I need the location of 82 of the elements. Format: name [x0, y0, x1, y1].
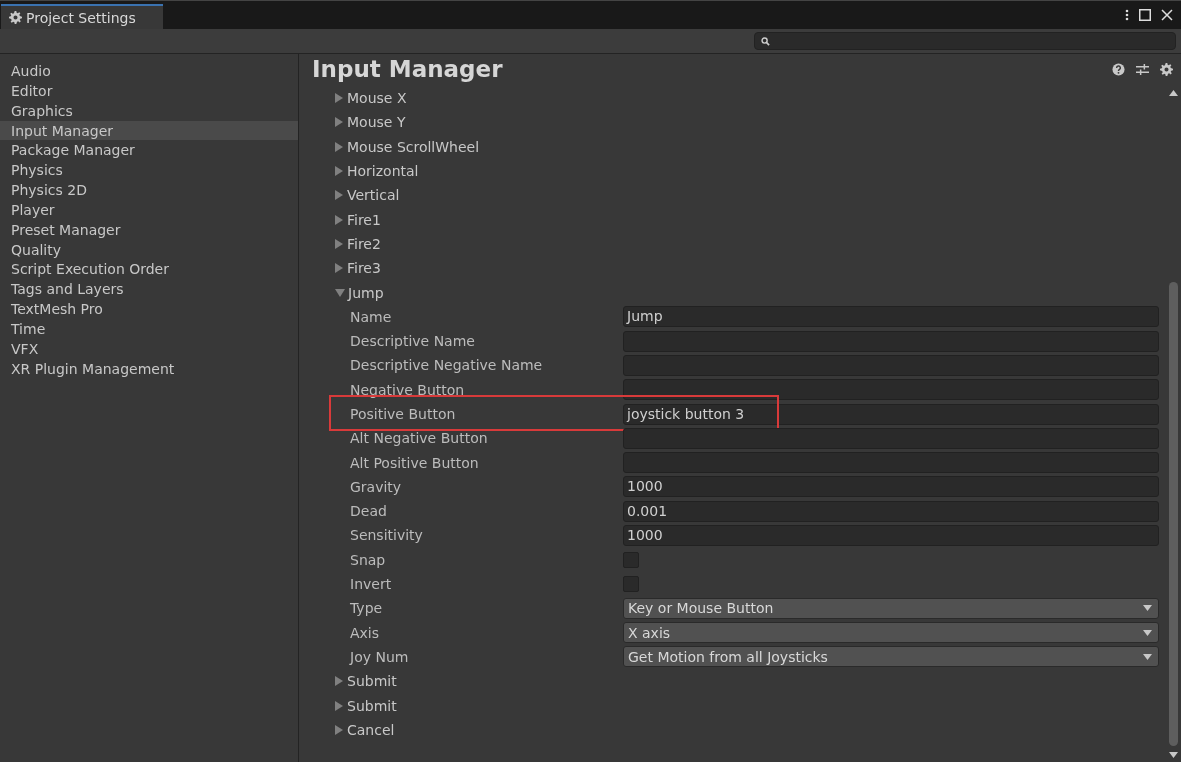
scrollbar-thumb[interactable]	[1169, 282, 1178, 746]
foldout-arrow-icon[interactable]	[335, 263, 343, 274]
sidebar-item[interactable]: TextMesh Pro	[0, 299, 298, 319]
foldout-arrow-icon[interactable]	[335, 700, 343, 711]
foldout-arrow-icon[interactable]	[335, 288, 345, 297]
panel-title: Input Manager	[312, 56, 503, 82]
more-icon[interactable]	[1125, 9, 1129, 21]
sliders-icon[interactable]	[1136, 62, 1149, 76]
foldout-arrow-icon[interactable]	[335, 190, 343, 201]
foldout-arrow-icon[interactable]	[335, 238, 343, 249]
axis-name[interactable]: Horizontal	[347, 163, 419, 180]
axis-name[interactable]: Mouse Y	[347, 114, 406, 131]
sidebar-item[interactable]: Script Execution Order	[0, 259, 298, 280]
property-label: Positive Button	[350, 406, 457, 422]
sidebar-item[interactable]: Input Manager	[0, 120, 298, 141]
sidebar-item[interactable]: Player	[0, 199, 298, 220]
axis-name[interactable]: Submit	[347, 697, 397, 714]
search-field[interactable]	[754, 32, 1176, 50]
property-label: Alt Positive Button	[350, 454, 480, 471]
dropdown[interactable]: X axis	[623, 622, 1159, 644]
search-icon	[761, 36, 770, 46]
input-field[interactable]: 0.001	[623, 500, 1159, 522]
sidebar-item[interactable]: Audio	[0, 61, 298, 81]
sidebar-item[interactable]: Quality	[0, 239, 298, 260]
foldout-arrow-icon[interactable]	[335, 141, 343, 152]
foldout-arrow-icon[interactable]	[335, 676, 343, 687]
foldout-arrow-icon[interactable]	[335, 93, 343, 104]
input-field[interactable]: 1000	[623, 476, 1159, 498]
sidebar-item[interactable]: Package Manager	[0, 140, 298, 161]
sidebar-item[interactable]: Tags and Layers	[0, 279, 298, 300]
axis-name[interactable]: Fire3	[347, 260, 381, 277]
axis-name[interactable]: Cancel	[347, 721, 395, 738]
property-label: Sensitivity	[350, 527, 424, 544]
axis-name[interactable]: Mouse ScrollWheel	[347, 138, 480, 155]
gear-icon	[9, 11, 22, 24]
axis-name[interactable]: Mouse X	[347, 90, 407, 107]
property-label: Type	[350, 600, 384, 617]
sidebar-item[interactable]: Preset Manager	[0, 219, 298, 240]
axis-name[interactable]: Submit	[347, 673, 397, 690]
property-label: Alt Negative Button	[350, 430, 489, 447]
sidebar-item[interactable]: Physics	[0, 160, 298, 181]
property-label: Descriptive Name	[350, 333, 476, 350]
help-icon[interactable]	[1112, 62, 1125, 76]
scroll-down-icon[interactable]	[1169, 752, 1178, 758]
sidebar-item[interactable]: Time	[0, 318, 298, 339]
window-tab[interactable]: Project Settings	[1, 4, 163, 29]
input-field[interactable]: 1000	[623, 525, 1159, 546]
sidebar-item[interactable]: Graphics	[0, 100, 298, 121]
property-label: Dead	[350, 503, 388, 520]
close-icon[interactable]	[1161, 9, 1173, 21]
foldout-arrow-icon[interactable]	[335, 214, 343, 225]
property-label: Negative Button	[350, 381, 466, 398]
maximize-icon[interactable]	[1139, 9, 1151, 21]
axis-name[interactable]: Fire1	[347, 211, 381, 228]
axis-name[interactable]: Jump	[348, 284, 384, 301]
foldout-arrow-icon[interactable]	[335, 724, 343, 735]
caret-icon	[1143, 653, 1152, 660]
dropdown[interactable]: Get Motion from all Joysticks	[623, 646, 1159, 668]
input-field[interactable]: Jump	[623, 306, 1159, 328]
property-label: Axis	[350, 624, 381, 641]
input-field[interactable]	[623, 379, 1159, 401]
caret-icon	[1143, 629, 1152, 636]
property-label: Joy Num	[350, 648, 410, 665]
sidebar-item[interactable]: Physics 2D	[0, 180, 298, 200]
axis-name[interactable]: Vertical	[347, 187, 400, 204]
sidebar-item[interactable]: Editor	[0, 80, 298, 101]
input-field[interactable]: joystick button 3	[623, 403, 1159, 425]
property-label: Invert	[350, 576, 393, 593]
property-label: Descriptive Negative Name	[350, 357, 544, 374]
input-field[interactable]	[623, 427, 1159, 449]
axis-name[interactable]: Fire2	[347, 235, 381, 252]
foldout-arrow-icon[interactable]	[335, 166, 343, 177]
sidebar-item[interactable]: VFX	[0, 338, 298, 359]
property-label: Name	[350, 308, 393, 325]
settings-icon[interactable]	[1160, 62, 1173, 76]
property-label: Gravity	[350, 478, 403, 495]
foldout-arrow-icon[interactable]	[335, 117, 343, 128]
property-label: Snap	[350, 551, 387, 568]
caret-icon	[1143, 605, 1152, 612]
dropdown[interactable]: Key or Mouse Button	[623, 597, 1159, 619]
sidebar-item[interactable]: XR Plugin Management	[0, 358, 298, 379]
scroll-up-icon[interactable]	[1169, 90, 1178, 96]
